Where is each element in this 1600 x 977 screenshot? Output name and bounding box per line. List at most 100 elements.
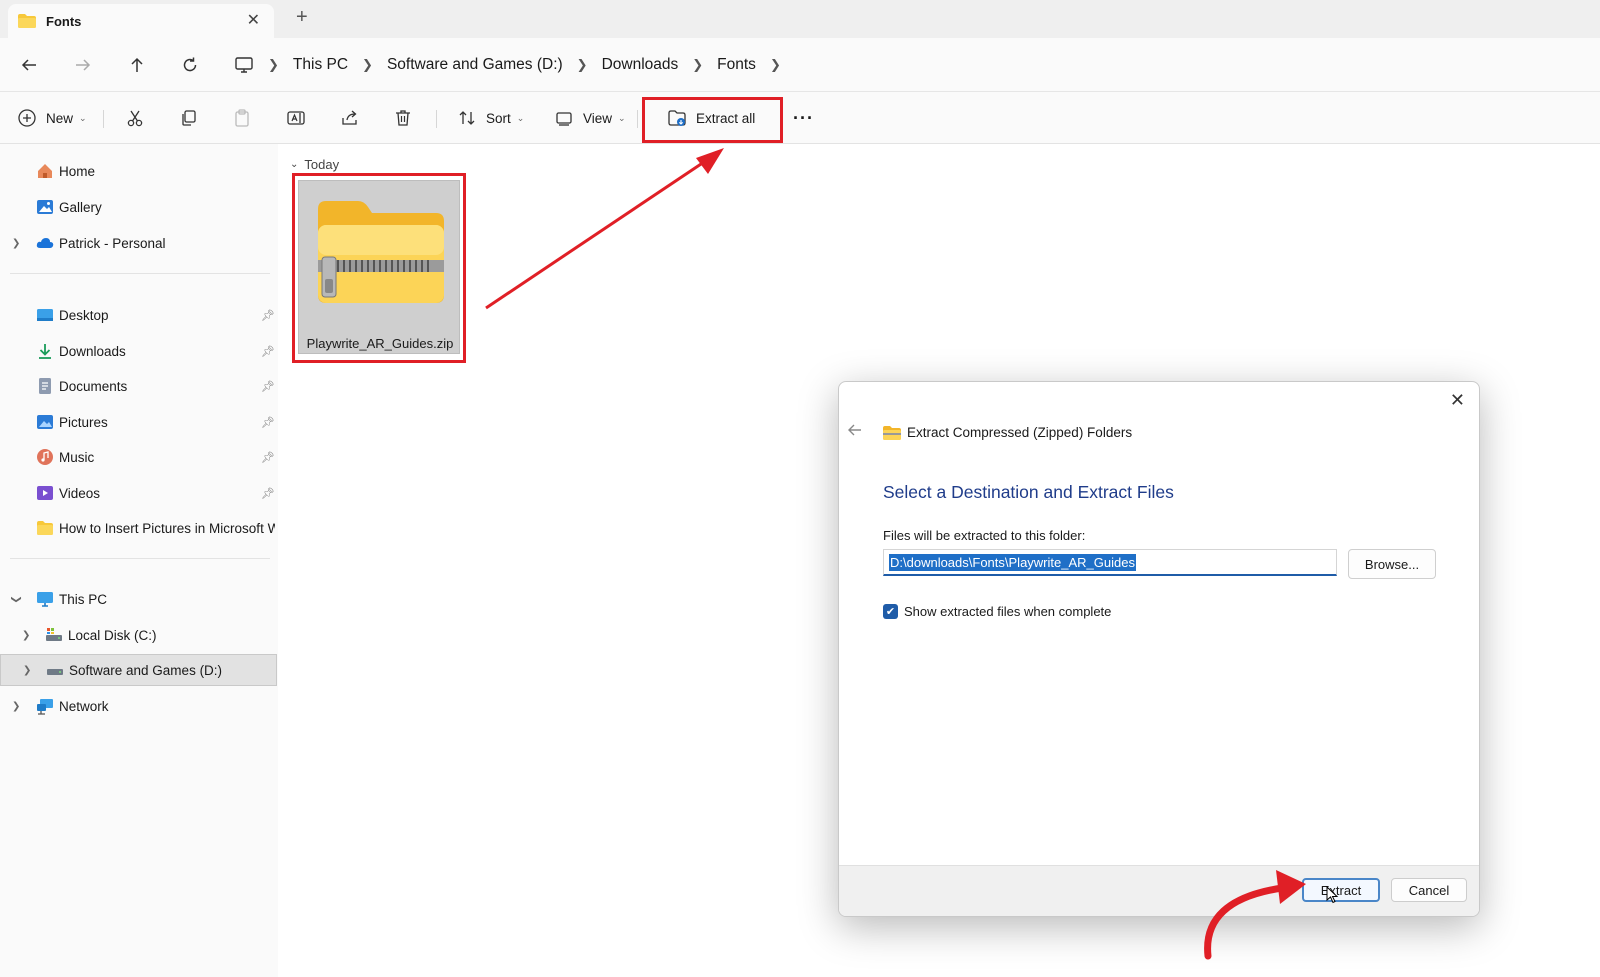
- refresh-button[interactable]: [177, 52, 203, 78]
- tab-title: Fonts: [46, 13, 82, 29]
- close-icon[interactable]: ✕: [247, 10, 260, 30]
- plus-circle-icon: [16, 107, 38, 129]
- zip-folder-icon: [883, 426, 901, 440]
- gallery-icon: [37, 200, 53, 214]
- mouse-cursor-icon: [1326, 886, 1339, 904]
- sidebar-item-label: Pictures: [59, 414, 108, 430]
- delete-button[interactable]: [392, 104, 414, 132]
- arrow-left-icon: [848, 424, 861, 436]
- chevron-down-icon: ⌄: [618, 112, 626, 123]
- new-button-label: New: [46, 110, 74, 126]
- folder-icon: [37, 521, 53, 535]
- tab-fonts[interactable]: Fonts ✕: [8, 4, 274, 38]
- sidebar-item-label: Software and Games (D:): [69, 662, 223, 678]
- chevron-right-icon[interactable]: ❯: [23, 665, 31, 676]
- crumb-this-pc[interactable]: This PC: [293, 56, 348, 74]
- sidebar-item-music[interactable]: Music 📌︎: [0, 441, 278, 473]
- document-icon: [39, 378, 51, 394]
- chevron-right-icon: ❯: [268, 57, 279, 72]
- chevron-down-icon: ⌄: [290, 159, 299, 170]
- extract-dialog: ✕ Extract Compressed (Zipped) Folders Se…: [838, 381, 1480, 917]
- chevron-right-icon[interactable]: ❯: [22, 630, 30, 641]
- rename-button[interactable]: [285, 104, 307, 132]
- annotation-arrow: [485, 148, 724, 310]
- back-button[interactable]: [16, 52, 42, 78]
- scissors-icon: [124, 107, 146, 129]
- pin-icon: 📌︎: [261, 487, 275, 500]
- up-button[interactable]: [124, 52, 150, 78]
- dialog-heading: Select a Destination and Extract Files: [883, 482, 1174, 502]
- breadcrumb: ❯ This PC ❯ Software and Games (D:) ❯ Do…: [235, 52, 795, 78]
- picture-icon: [37, 415, 53, 429]
- video-icon: [37, 486, 53, 500]
- sidebar-item-label: Downloads: [59, 343, 126, 359]
- paste-button[interactable]: [231, 104, 253, 132]
- show-files-checkbox[interactable]: ✔: [883, 604, 898, 619]
- destination-path-input[interactable]: D:\downloads\Fonts\Playwrite_AR_Guides: [883, 549, 1337, 576]
- sidebar-item-gallery[interactable]: Gallery: [0, 191, 278, 223]
- sidebar-item-label: Local Disk (C:): [68, 627, 157, 643]
- chevron-right-icon: ❯: [692, 57, 704, 72]
- arrow-left-icon: [21, 59, 36, 71]
- download-icon: [39, 344, 51, 359]
- view-button-label: View: [583, 110, 613, 126]
- sidebar-item-label: Network: [59, 698, 109, 714]
- view-button[interactable]: View ⌄: [553, 104, 626, 132]
- show-files-label[interactable]: Show extracted files when complete: [904, 604, 1111, 619]
- sidebar-item-network[interactable]: ❯ Network: [0, 690, 278, 722]
- more-options-button[interactable]: ···: [793, 104, 814, 132]
- close-icon[interactable]: ✕: [1450, 390, 1465, 411]
- new-button[interactable]: New ⌄: [16, 104, 87, 132]
- copy-button[interactable]: [178, 104, 200, 132]
- pin-icon: 📌︎: [261, 451, 275, 464]
- toolbar-divider: [436, 110, 437, 128]
- new-tab-button[interactable]: +: [296, 6, 308, 29]
- monitor-icon[interactable]: [234, 56, 254, 74]
- sidebar-item-label: Documents: [59, 378, 128, 394]
- chevron-right-icon: ❯: [576, 57, 588, 72]
- back-button[interactable]: [847, 422, 863, 443]
- sidebar-item-downloads[interactable]: Downloads 📌︎: [0, 335, 278, 367]
- music-icon: [37, 449, 53, 465]
- sidebar-item-home[interactable]: Home: [0, 155, 278, 187]
- sidebar-item-documents[interactable]: Documents 📌︎: [0, 370, 278, 402]
- sidebar-item-this-pc[interactable]: ❯ This PC: [0, 583, 278, 615]
- crumb-fonts[interactable]: Fonts: [717, 56, 756, 74]
- chevron-down-icon: ⌄: [79, 112, 87, 123]
- browse-button[interactable]: Browse...: [1348, 549, 1436, 579]
- sort-button[interactable]: Sort ⌄: [456, 104, 524, 132]
- share-button[interactable]: [339, 104, 361, 132]
- title-bar: Fonts ✕ +: [0, 0, 1600, 38]
- chevron-right-icon[interactable]: ❯: [12, 238, 20, 249]
- sidebar-item-label: Gallery: [59, 199, 102, 215]
- command-bar: New ⌄ Sort ⌄ View ⌄ Extract all ···: [0, 92, 1600, 144]
- drive-icon: [47, 669, 63, 675]
- chevron-down-icon[interactable]: ❯: [11, 595, 22, 603]
- sidebar-item-label: Patrick - Personal: [59, 235, 166, 251]
- forward-button[interactable]: [70, 52, 96, 78]
- sidebar-item-label: This PC: [59, 591, 108, 607]
- pin-icon: 📌︎: [261, 345, 275, 358]
- pin-icon: 📌︎: [261, 309, 275, 322]
- sidebar-item-pinned-folder[interactable]: How to Insert Pictures in Microsoft W: [0, 512, 278, 544]
- selected-path-text: D:\downloads\Fonts\Playwrite_AR_Guides: [889, 553, 1136, 571]
- group-label: Today: [304, 157, 340, 172]
- sidebar-item-desktop[interactable]: Desktop 📌︎: [0, 299, 278, 331]
- chevron-right-icon[interactable]: ❯: [770, 57, 781, 73]
- sidebar-item-software-games[interactable]: ❯ Software and Games (D:): [0, 654, 277, 686]
- chevron-right-icon: ❯: [362, 57, 373, 72]
- sort-icon: [456, 107, 478, 129]
- sidebar-item-label: Videos: [59, 485, 101, 501]
- sidebar-item-local-disk[interactable]: ❯ Local Disk (C:): [0, 619, 278, 651]
- group-header-today[interactable]: ⌄ Today: [290, 157, 339, 172]
- sidebar-item-pictures[interactable]: Pictures 📌︎: [0, 406, 278, 438]
- sidebar-item-videos[interactable]: Videos 📌︎: [0, 477, 278, 509]
- view-icon: [553, 107, 575, 129]
- sidebar-item-onedrive[interactable]: ❯ Patrick - Personal: [0, 227, 278, 259]
- crumb-downloads[interactable]: Downloads: [602, 56, 679, 74]
- cloud-icon: [36, 238, 54, 248]
- chevron-right-icon[interactable]: ❯: [12, 701, 20, 712]
- cancel-button[interactable]: Cancel: [1391, 878, 1467, 902]
- crumb-software-games[interactable]: Software and Games (D:): [387, 56, 563, 74]
- cut-button[interactable]: [124, 104, 146, 132]
